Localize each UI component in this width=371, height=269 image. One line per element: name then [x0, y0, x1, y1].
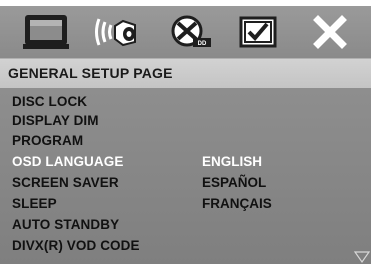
general-setup-icon[interactable] [22, 12, 72, 52]
audio-setup-icon[interactable] [95, 12, 145, 52]
setup-screen: DD GENERAL SETUP PAGE DISC LOCK DISPLAY … [0, 0, 371, 264]
menu-item-program[interactable]: PROGRAM [12, 133, 83, 148]
option-francais[interactable]: FRANÇAIS [202, 196, 272, 211]
menu-item-auto-standby[interactable]: AUTO STANDBY [12, 217, 119, 232]
menu-item-disc-lock[interactable]: DISC LOCK [12, 94, 87, 109]
menu-item-osd-language[interactable]: OSD LANGUAGE [12, 154, 123, 169]
dolby-digital-setup-icon[interactable]: DD [165, 12, 215, 52]
preference-page-icon[interactable] [235, 12, 285, 52]
menu-item-screen-saver[interactable]: SCREEN SAVER [12, 175, 119, 190]
page-title-bar: GENERAL SETUP PAGE [0, 58, 371, 89]
setup-menu: DISC LOCK DISPLAY DIM PROGRAM OSD LANGUA… [0, 88, 371, 264]
menu-item-display-dim[interactable]: DISPLAY DIM [12, 113, 99, 128]
svg-text:DD: DD [198, 41, 207, 47]
page-title: GENERAL SETUP PAGE [8, 65, 173, 81]
menu-item-sleep[interactable]: SLEEP [12, 196, 57, 211]
option-english[interactable]: ENGLISH [202, 154, 262, 169]
exit-icon[interactable] [305, 12, 355, 52]
setup-icon-bar: DD [0, 6, 371, 58]
menu-item-divx-vod-code[interactable]: DIVX(R) VOD CODE [12, 238, 140, 253]
scroll-down-icon[interactable] [353, 250, 371, 264]
option-espanol[interactable]: ESPAÑOL [202, 175, 266, 190]
